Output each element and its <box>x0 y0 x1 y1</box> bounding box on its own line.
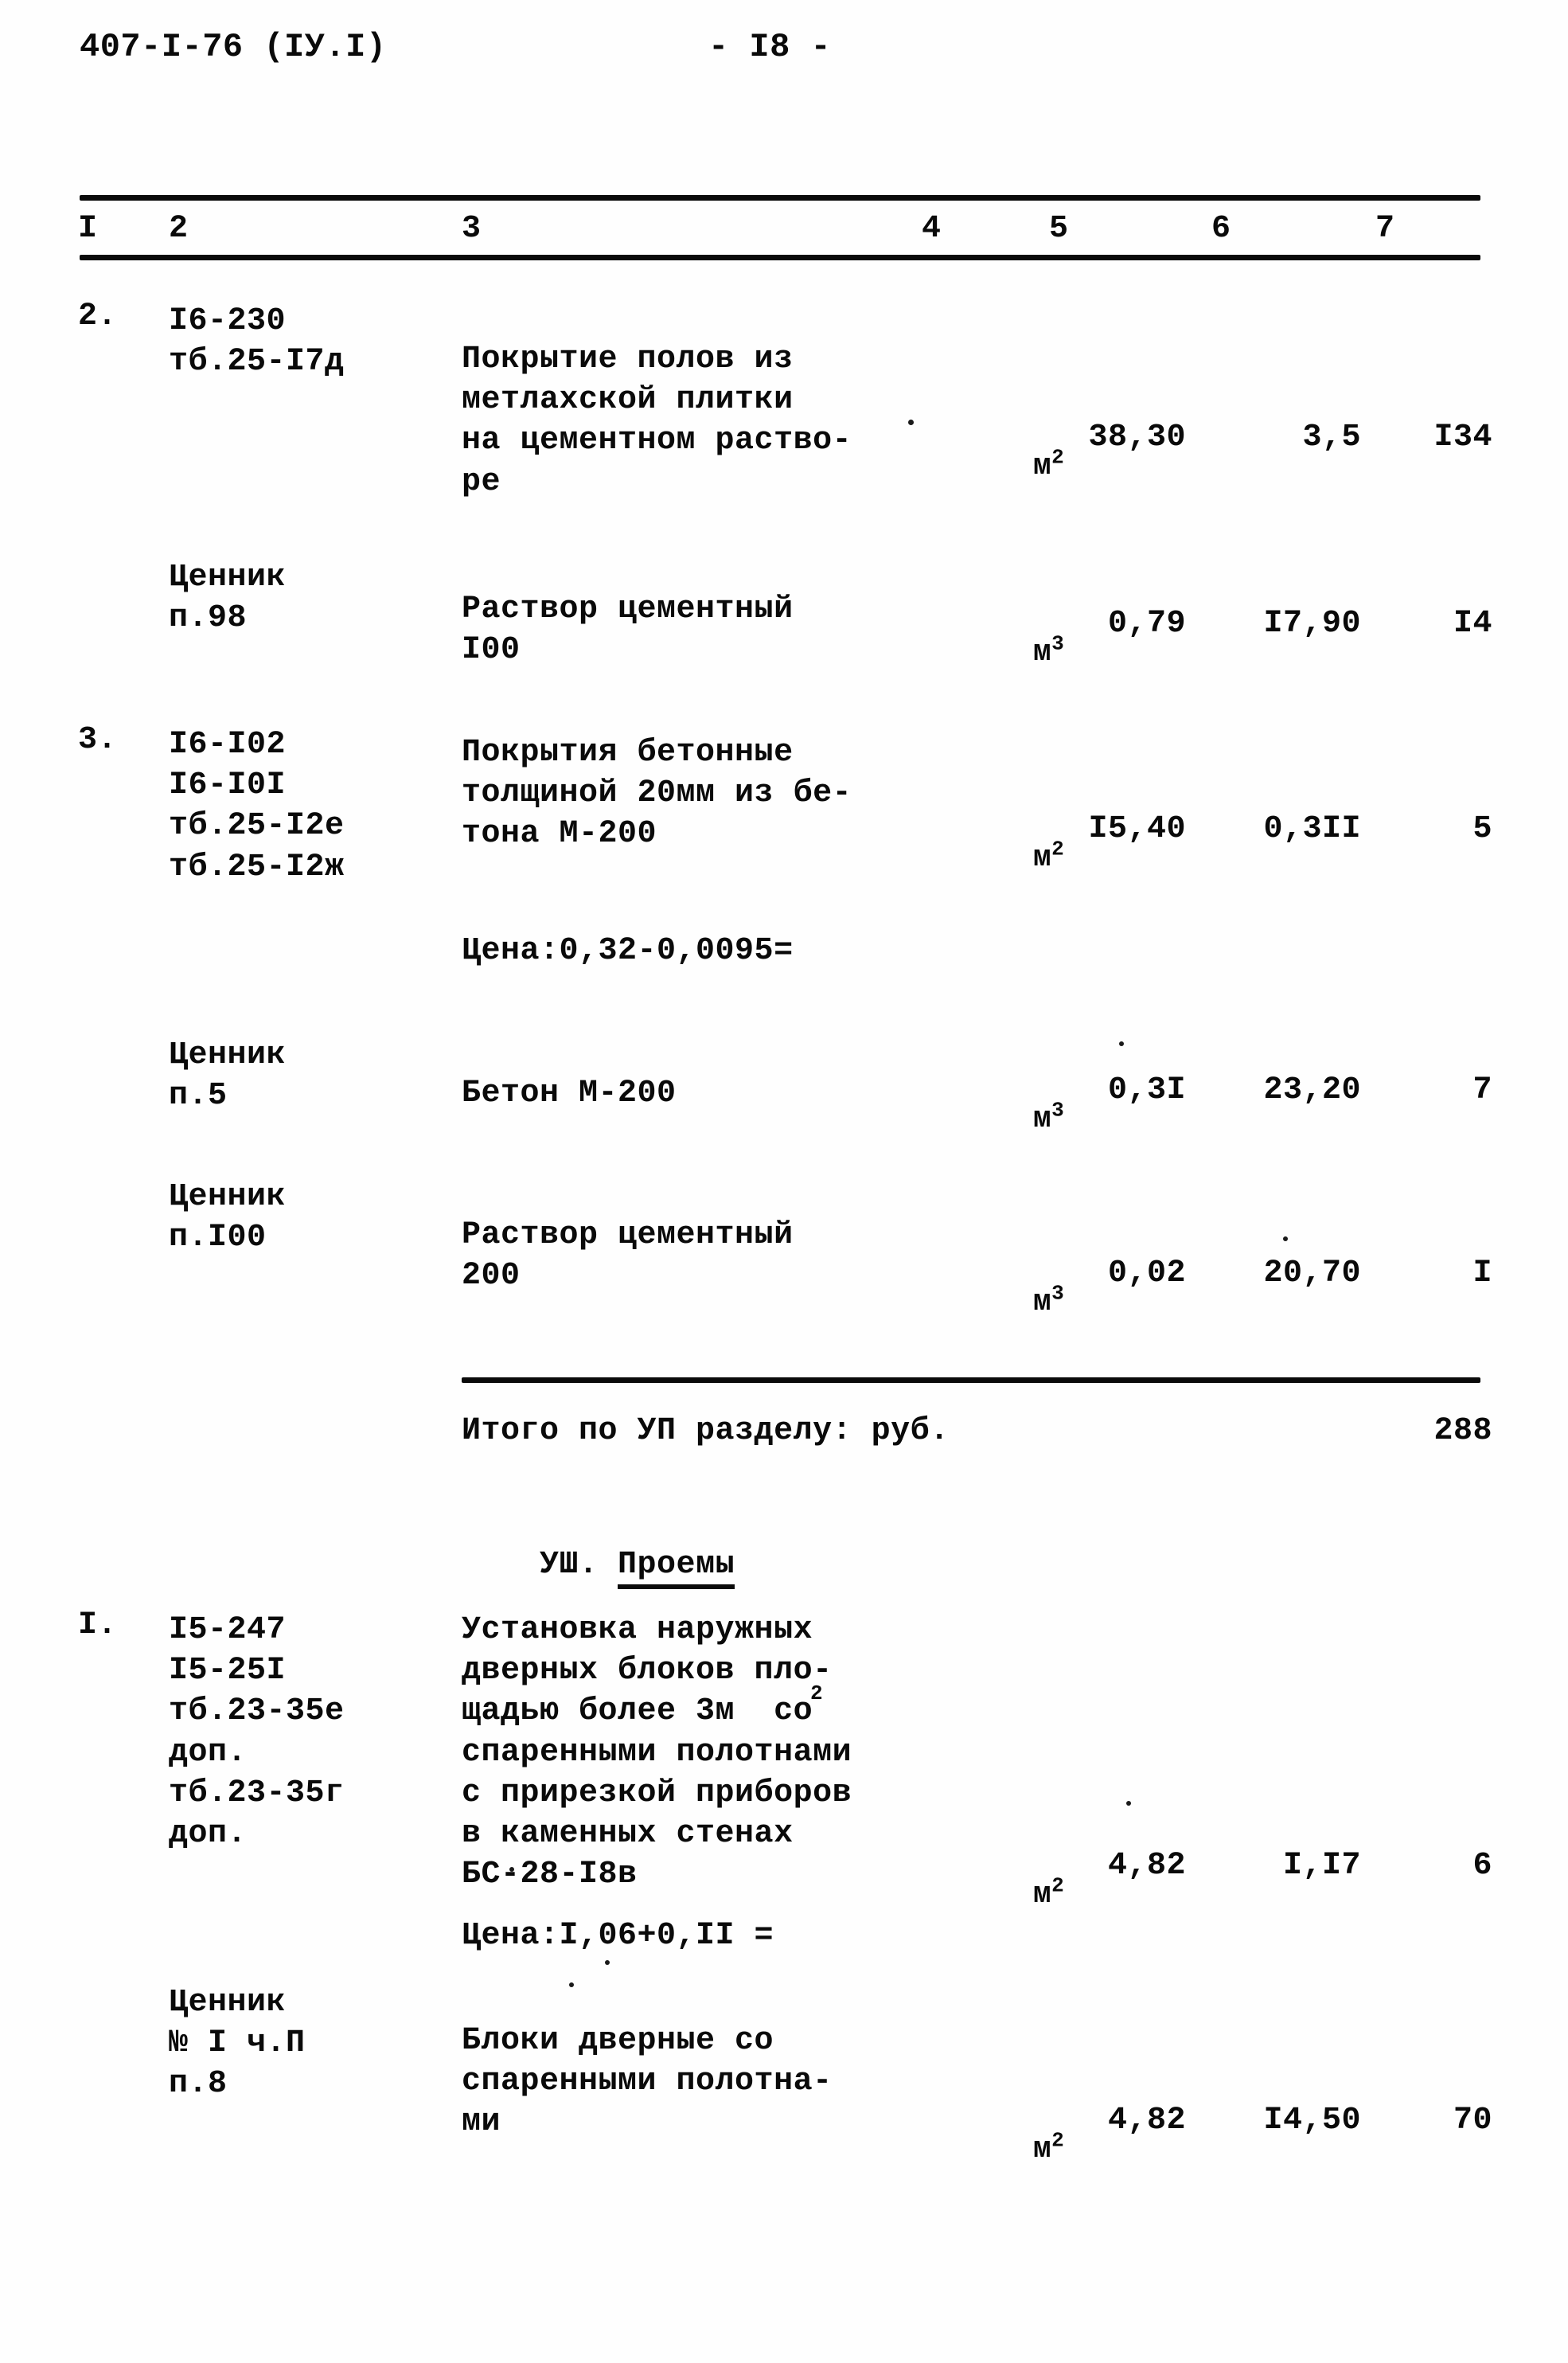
scan-artifact <box>1126 1801 1131 1806</box>
scan-artifact <box>908 420 914 425</box>
column-header-row: I 2 3 4 5 6 7 <box>0 213 1568 261</box>
row-quantity: I5,40 <box>1088 811 1186 847</box>
scan-artifact <box>569 1982 574 1987</box>
table-row: Ценник п.98 Раствор цементный I00 м3 0,7… <box>0 557 1568 668</box>
price-calculation-note: Цена:I,06+0,II = <box>462 1918 774 1954</box>
document-header: 407-I-76 (IУ.I) - I8 - <box>80 30 1512 78</box>
row-unit-price: 20,70 <box>1263 1256 1361 1291</box>
area-superscript-marker: 2 <box>810 1681 824 1705</box>
table-row: 2. I6-230 тб.25-I7д Покрытие полов из ме… <box>0 299 1568 499</box>
row-total: 6 <box>1472 1848 1492 1884</box>
column-header-1: I <box>78 211 98 247</box>
row-total: I34 <box>1433 420 1492 455</box>
row-quantity: 4,82 <box>1107 2103 1186 2138</box>
row-unit-price: 0,3II <box>1263 811 1361 847</box>
row-codes: I6-I02 I6-I0I тб.25-I2e тб.25-I2ж <box>169 727 345 885</box>
table-row: 3. I6-I02 I6-I0I тб.25-I2e тб.25-I2ж Пок… <box>0 722 1568 885</box>
scan-artifact <box>509 1867 514 1872</box>
row-unit-price: I4,50 <box>1263 2103 1361 2138</box>
row-description: Покрытия бетонные толщиной 20мм из бе- т… <box>462 735 852 853</box>
scan-artifact <box>1283 1236 1288 1241</box>
row-quantity: 0,3I <box>1107 1072 1186 1108</box>
row-description: Раствор цементный 200 <box>462 1217 794 1295</box>
section-heading-number: УШ. <box>540 1546 599 1583</box>
table-row: Ценник № I ч.П п.8 Блоки дверные со спар… <box>0 1982 1568 2165</box>
section-total-label: Итого по УП разделу: руб. <box>462 1413 950 1449</box>
column-header-4: 4 <box>922 211 942 247</box>
row-description: Покрытие полов из метлахской плитки на ц… <box>462 342 852 500</box>
row-quantity: 4,82 <box>1107 1848 1186 1884</box>
row-codes: Ценник п.98 <box>169 560 287 637</box>
table-top-rule <box>80 195 1480 201</box>
scan-artifact <box>605 1960 610 1965</box>
column-header-3: 3 <box>462 211 482 247</box>
table-row: Ценник п.I00 Раствор цементный 200 м3 0,… <box>0 1177 1568 1318</box>
price-calculation-note: Цена:0,32-0,0095= <box>462 933 794 969</box>
page-number: - I8 - <box>708 28 832 66</box>
column-header-7: 7 <box>1375 211 1395 247</box>
row-codes: Ценник п.5 <box>169 1037 287 1115</box>
column-header-5: 5 <box>1049 211 1069 247</box>
row-total: 70 <box>1453 2103 1492 2138</box>
section-heading-title: Проемы <box>618 1546 735 1589</box>
row-number: I. <box>78 1607 118 1643</box>
column-header-2: 2 <box>169 211 189 247</box>
row-unit-price: 3,5 <box>1302 420 1361 455</box>
row-number: 3. <box>78 722 118 758</box>
row-unit-price: 23,20 <box>1263 1072 1361 1108</box>
document-code: 407-I-76 (IУ.I) <box>80 28 387 66</box>
row-unit-price: I,I7 <box>1282 1848 1361 1884</box>
row-description: Раствор цементный I00 <box>462 592 794 669</box>
section-total-value: 288 <box>1433 1413 1492 1449</box>
section-total-rule <box>462 1377 1480 1383</box>
row-unit-price: I7,90 <box>1263 606 1361 642</box>
row-quantity: 0,79 <box>1107 606 1186 642</box>
row-quantity: 0,02 <box>1107 1256 1186 1291</box>
column-header-6: 6 <box>1211 211 1231 247</box>
row-total: 5 <box>1472 811 1492 847</box>
row-description: Бетон М-200 <box>462 1076 677 1111</box>
row-total: I <box>1472 1256 1492 1291</box>
row-description: Блоки дверные со спаренными полотна- ми <box>462 2023 833 2141</box>
row-codes: I6-230 тб.25-I7д <box>169 303 345 381</box>
row-total: I4 <box>1453 606 1492 642</box>
row-quantity: 38,30 <box>1088 420 1186 455</box>
table-row: I. I5-247 I5-25I тб.23-35е доп. тб.23-35… <box>0 1607 1568 1909</box>
row-description: Установка наружных дверных блоков пло- щ… <box>462 1612 852 1893</box>
section-heading: УШ. Проемы <box>462 1517 735 1614</box>
scanned-page: 407-I-76 (IУ.I) - I8 - I 2 3 4 5 6 7 2. … <box>0 0 1568 2363</box>
table-header-bottom-rule <box>80 255 1480 260</box>
row-codes: Ценник п.I00 <box>169 1179 287 1256</box>
scan-artifact <box>1119 1041 1124 1046</box>
table-row: Ценник п.5 Бетон М-200 м3 0,3I 23,20 7 <box>0 1035 1568 1135</box>
row-total: 7 <box>1472 1072 1492 1108</box>
row-number: 2. <box>78 299 118 334</box>
row-codes: I5-247 I5-25I тб.23-35е доп. тб.23-35г д… <box>169 1612 345 1852</box>
row-codes: Ценник № I ч.П п.8 <box>169 1985 306 2103</box>
